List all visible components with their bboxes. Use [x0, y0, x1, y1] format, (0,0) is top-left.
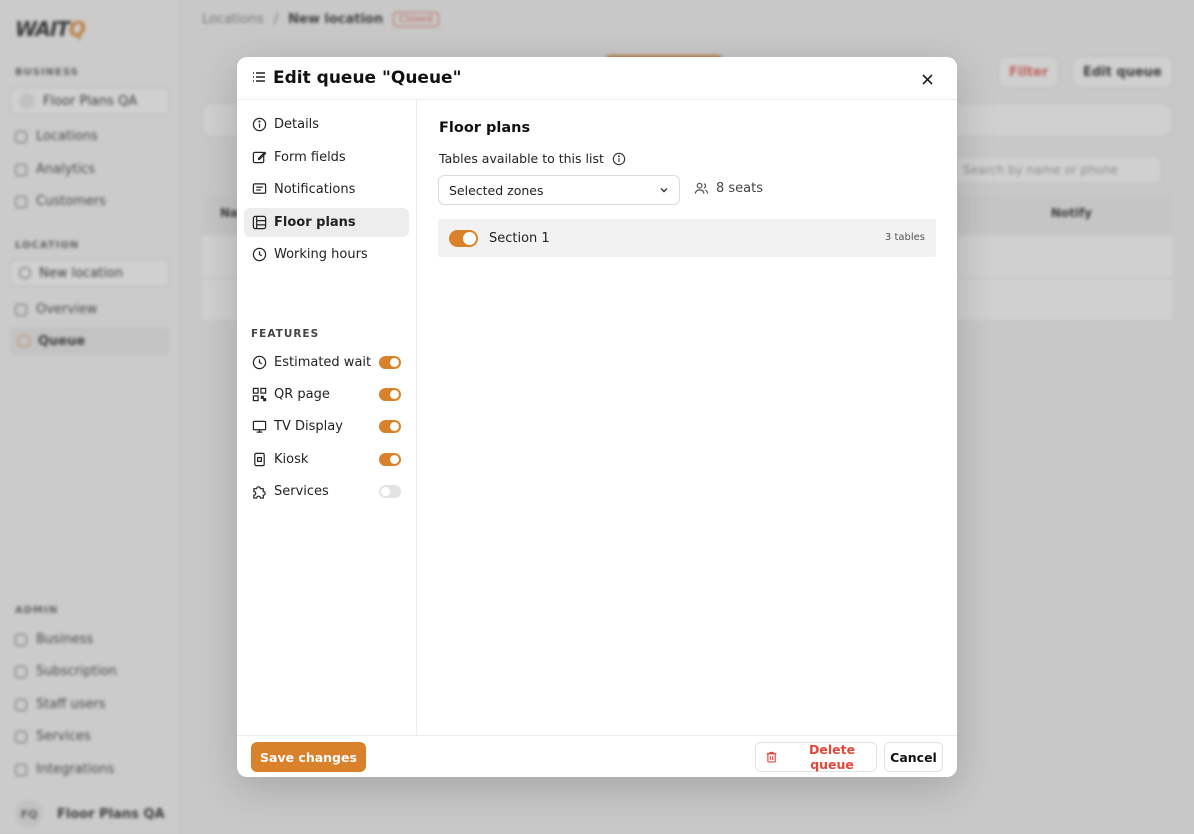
nav-working-hours[interactable]: Working hours [244, 240, 409, 269]
seats-count: 8 seats [694, 181, 763, 196]
tablet-icon [254, 452, 265, 467]
edit-icon [252, 151, 267, 164]
qr-code-icon [252, 387, 267, 402]
nav-floor-plans[interactable]: Floor plans [244, 208, 409, 237]
nav-details[interactable]: Details [244, 110, 409, 139]
clock-icon [252, 355, 267, 370]
tv-display-toggle[interactable] [379, 420, 401, 433]
dialog-header: Edit queue "Queue" [237, 57, 957, 100]
monitor-icon [252, 420, 267, 433]
feature-tv-display: TV Display [244, 412, 409, 441]
floor-plans-panel: Floor plans Tables available to this lis… [417, 100, 957, 735]
section-toggle[interactable] [449, 229, 478, 247]
message-icon [252, 183, 267, 194]
floor-plan-icon [252, 215, 267, 230]
feature-services: Services [244, 477, 409, 506]
edit-queue-dialog: Edit queue "Queue" Details Form fields N… [237, 57, 957, 777]
clock-icon [252, 247, 267, 262]
nav-notifications[interactable]: Notifications [244, 175, 409, 204]
cancel-button[interactable]: Cancel [884, 742, 943, 772]
services-toggle[interactable] [379, 485, 401, 498]
close-icon [921, 73, 933, 85]
features-heading: FEATURES [251, 328, 320, 340]
feature-estimated-wait: Estimated wait [244, 348, 409, 377]
save-button[interactable]: Save changes [251, 742, 366, 772]
users-icon [694, 182, 709, 194]
trash-icon [766, 751, 777, 763]
puzzle-icon [253, 486, 266, 499]
section-table-count: 3 tables [884, 232, 925, 243]
chevron-down-icon [660, 188, 668, 193]
close-button[interactable] [917, 69, 937, 89]
info-icon [252, 117, 267, 132]
feature-qr-page: QR page [244, 380, 409, 409]
info-icon [612, 152, 626, 165]
list-icon [252, 69, 266, 88]
estimated-wait-toggle[interactable] [379, 356, 401, 369]
nav-form-fields[interactable]: Form fields [244, 143, 409, 172]
tables-available-label: Tables available to this list [439, 151, 626, 166]
dialog-nav: Details Form fields Notifications Floor … [237, 100, 417, 735]
delete-queue-button[interactable]: Delete queue [755, 742, 877, 772]
kiosk-toggle[interactable] [379, 453, 401, 466]
dialog-footer: Save changes Delete queue Cancel [237, 735, 957, 777]
qr-page-toggle[interactable] [379, 388, 401, 401]
feature-kiosk: Kiosk [244, 445, 409, 474]
panel-heading: Floor plans [439, 120, 531, 136]
section-name: Section 1 [489, 230, 550, 246]
section-row: Section 1 3 tables [438, 219, 936, 257]
dialog-title: Edit queue "Queue" [273, 68, 462, 88]
zone-select[interactable]: Selected zones [438, 175, 680, 205]
